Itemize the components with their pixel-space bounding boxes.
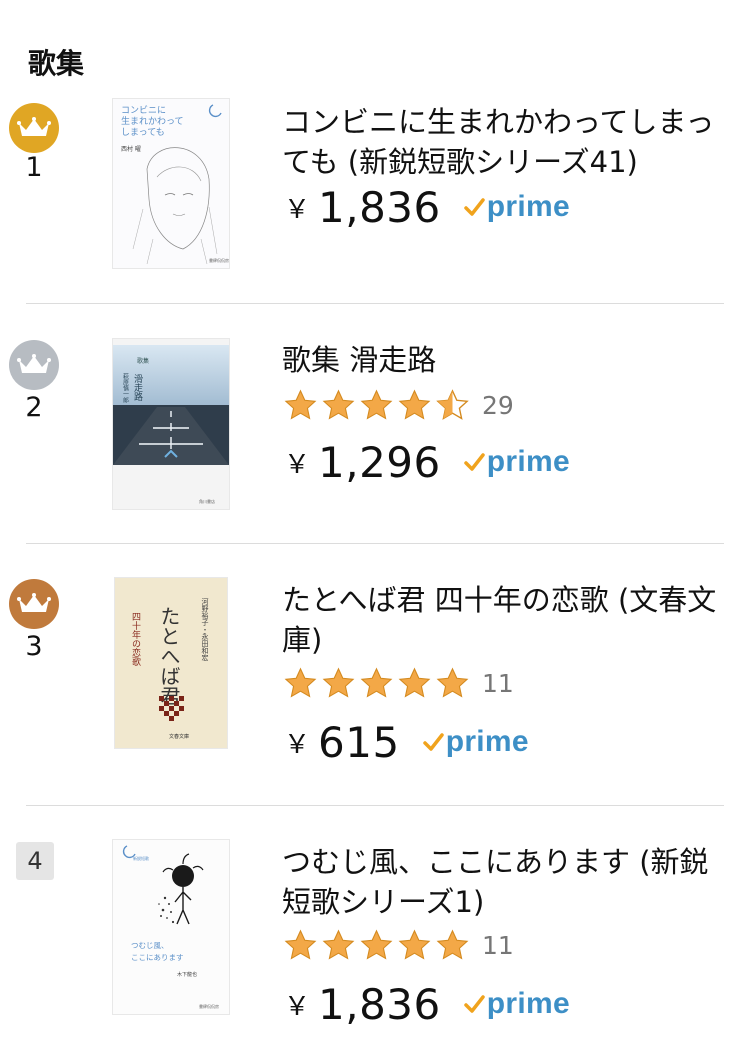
cover-illustration: 歌集 滑走路 萩原慎一郎 角川書店 bbox=[113, 339, 229, 509]
price-row: ￥ 1,296 prime bbox=[284, 436, 570, 488]
prime-badge: prime bbox=[463, 442, 570, 482]
svg-text:書肆侃侃房: 書肆侃侃房 bbox=[199, 1003, 219, 1009]
price-row: ￥ 615 prime bbox=[284, 716, 529, 768]
star-full-icon bbox=[398, 667, 431, 698]
prime-badge: prime bbox=[463, 187, 570, 227]
cover-title-text: コンビニに bbox=[121, 105, 166, 116]
currency-symbol: ￥ bbox=[284, 729, 311, 760]
product-title[interactable]: つむじ風、ここにあります (新鋭短歌シリーズ1) bbox=[282, 842, 732, 922]
cover-author: 萩原慎一郎 bbox=[122, 372, 129, 404]
cover-publisher: 文春文庫 bbox=[169, 733, 189, 740]
star-full-icon bbox=[322, 929, 355, 960]
rank-number-box: 4 bbox=[16, 842, 54, 880]
book-cover-image[interactable]: コンビニに 生まれかわって しまっても 西村 曜 書肆侃侃房 bbox=[113, 99, 229, 268]
svg-text:角川書店: 角川書店 bbox=[199, 498, 215, 504]
price: 1,296 bbox=[318, 437, 441, 487]
bronze-crown-badge bbox=[9, 579, 59, 629]
star-half-icon bbox=[436, 388, 469, 420]
star-rating: 11 bbox=[282, 664, 514, 702]
svg-text:書肆侃侃房: 書肆侃侃房 bbox=[209, 257, 229, 263]
check-icon bbox=[422, 733, 444, 751]
price-row: ￥ 1,836 prime bbox=[284, 978, 570, 1030]
price: 1,836 bbox=[318, 182, 441, 232]
cover-illustration: 新鋭短歌 つむじ風、 ここにあります 木下龍也 書肆侃侃房 bbox=[113, 840, 229, 1014]
book-cover-image[interactable]: たとへば君 四十年の恋歌 河野裕子・永田和宏 文春文庫 bbox=[115, 578, 227, 748]
check-icon bbox=[464, 453, 485, 471]
review-count[interactable]: 11 bbox=[482, 931, 514, 960]
cover-subtitle: 四十年の恋歌 bbox=[130, 612, 141, 667]
star-rating: 11 bbox=[282, 926, 514, 964]
svg-text:ここにあります: ここにあります bbox=[131, 953, 184, 962]
rank-number: 3 bbox=[25, 631, 43, 662]
product-title[interactable]: たとへば君 四十年の恋歌 (文春文庫) bbox=[282, 580, 732, 660]
review-count[interactable]: 29 bbox=[482, 391, 514, 420]
svg-text:しまっても: しまっても bbox=[121, 127, 165, 138]
prime-label: prime bbox=[445, 725, 529, 758]
rank-number: 1 bbox=[25, 152, 43, 183]
star-full-icon bbox=[360, 667, 393, 698]
star-full-icon bbox=[436, 929, 469, 960]
book-cover-image[interactable]: 歌集 滑走路 萩原慎一郎 角川書店 bbox=[113, 339, 229, 509]
prime-label: prime bbox=[486, 445, 570, 478]
divider bbox=[26, 303, 724, 304]
cover-author: 河野裕子・永田和宏 bbox=[201, 598, 209, 662]
cover-title-text: たとへば君 bbox=[157, 606, 181, 706]
review-count[interactable]: 11 bbox=[482, 669, 514, 698]
divider bbox=[26, 543, 724, 544]
crown-icon bbox=[17, 117, 51, 136]
star-full-icon bbox=[360, 929, 393, 960]
prime-badge: prime bbox=[463, 984, 570, 1024]
star-full-icon bbox=[322, 389, 355, 420]
price: 1,836 bbox=[318, 979, 441, 1029]
crown-icon bbox=[17, 593, 51, 612]
currency-symbol: ￥ bbox=[284, 991, 311, 1022]
check-icon bbox=[464, 995, 485, 1013]
gold-crown-badge bbox=[9, 103, 59, 153]
star-full-icon bbox=[398, 389, 431, 420]
star-full-icon bbox=[284, 389, 317, 420]
price: 615 bbox=[318, 717, 400, 767]
star-full-icon bbox=[284, 667, 317, 698]
check-icon bbox=[464, 198, 485, 216]
cover-illustration: たとへば君 四十年の恋歌 河野裕子・永田和宏 文春文庫 bbox=[115, 578, 227, 748]
star-full-icon bbox=[284, 929, 317, 960]
cover-author: 西村 曜 bbox=[121, 145, 141, 153]
book-cover-image[interactable]: 新鋭短歌 つむじ風、 ここにあります 木下龍也 書肆侃侃房 bbox=[113, 840, 229, 1014]
star-full-icon bbox=[322, 667, 355, 698]
price-row: ￥ 1,836 prime bbox=[284, 181, 570, 233]
star-full-icon bbox=[398, 929, 431, 960]
crown-icon bbox=[17, 354, 51, 373]
cover-small: 歌集 bbox=[137, 357, 149, 365]
star-full-icon bbox=[436, 667, 469, 698]
prime-label: prime bbox=[486, 190, 570, 223]
divider bbox=[26, 805, 724, 806]
category-title: 歌集 bbox=[28, 47, 85, 80]
currency-symbol: ￥ bbox=[284, 449, 311, 480]
prime-label: prime bbox=[486, 987, 570, 1020]
cover-author: 木下龍也 bbox=[177, 971, 197, 978]
prime-badge: prime bbox=[422, 722, 529, 762]
star-full-icon bbox=[360, 389, 393, 420]
cover-title-text: 滑走路 bbox=[132, 374, 143, 402]
star-rating: 29 bbox=[282, 386, 514, 424]
svg-text:生まれかわって: 生まれかわって bbox=[121, 115, 184, 127]
currency-symbol: ￥ bbox=[284, 194, 311, 225]
silver-crown-badge bbox=[9, 340, 59, 390]
cover-illustration: コンビニに 生まれかわって しまっても 西村 曜 書肆侃侃房 bbox=[113, 99, 229, 268]
product-title[interactable]: コンビニに生まれかわってしまっても (新鋭短歌シリーズ41) bbox=[282, 102, 732, 182]
rank-number: 2 bbox=[25, 392, 43, 423]
cover-title-text: つむじ風、 bbox=[131, 941, 169, 950]
svg-text:新鋭短歌: 新鋭短歌 bbox=[133, 855, 149, 861]
product-title[interactable]: 歌集 滑走路 bbox=[282, 340, 732, 380]
